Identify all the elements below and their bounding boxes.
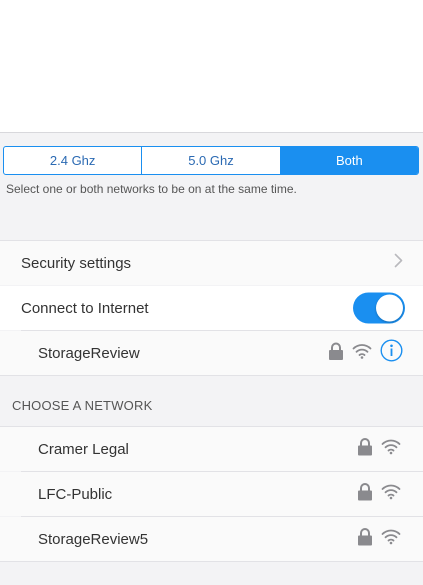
- network-name: Cramer Legal: [38, 440, 129, 458]
- divider: [0, 561, 423, 562]
- connect-to-internet-row: Connect to Internet: [0, 286, 423, 330]
- internet-toggle[interactable]: [353, 292, 405, 324]
- network-name: StorageReview5: [38, 530, 149, 548]
- top-divider: [0, 132, 423, 133]
- chevron-right-icon: [394, 253, 403, 273]
- lock-icon: [357, 528, 373, 551]
- wifi-icon: [352, 343, 372, 364]
- connect-to-internet-label: Connect to Internet: [21, 299, 149, 317]
- security-settings-label: Security settings: [21, 254, 132, 272]
- network-list-item[interactable]: Cramer Legal: [0, 427, 423, 471]
- toggle-knob: [376, 294, 403, 322]
- lock-icon: [328, 342, 344, 365]
- security-settings-row[interactable]: Security settings: [0, 241, 423, 285]
- wifi-icon: [381, 439, 401, 460]
- info-icon[interactable]: [380, 339, 403, 367]
- choose-network-header: CHOOSE A NETWORK: [12, 398, 153, 413]
- band-hint-text: Select one or both networks to be on at …: [6, 182, 297, 196]
- wifi-icon: [381, 484, 401, 505]
- band-segmented-control: 2.4 Ghz 5.0 Ghz Both: [3, 146, 419, 175]
- network-name: LFC-Public: [38, 485, 113, 503]
- network-list-item[interactable]: LFC-Public: [0, 472, 423, 516]
- current-network-name: StorageReview: [38, 344, 140, 362]
- divider: [0, 375, 423, 376]
- band-option-2-4ghz[interactable]: 2.4 Ghz: [4, 147, 143, 174]
- lock-icon: [357, 438, 373, 461]
- band-option-5-0ghz[interactable]: 5.0 Ghz: [142, 147, 281, 174]
- current-network-row[interactable]: StorageReview: [0, 331, 423, 375]
- lock-icon: [357, 483, 373, 506]
- top-blank-area: [0, 0, 423, 132]
- band-option-both[interactable]: Both: [280, 147, 418, 174]
- wifi-icon: [381, 529, 401, 550]
- network-list-item[interactable]: StorageReview5: [0, 517, 423, 561]
